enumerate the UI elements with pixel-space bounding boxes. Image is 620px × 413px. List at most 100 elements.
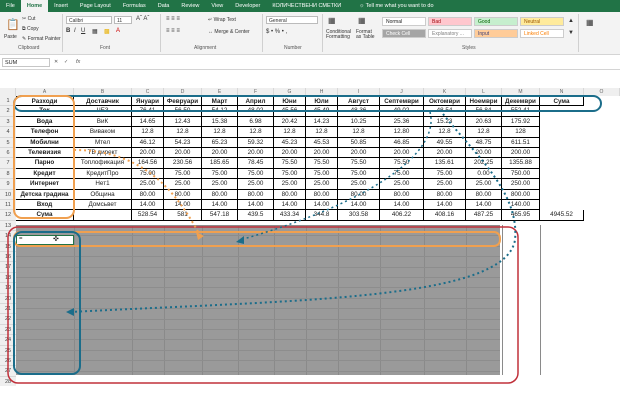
table-cell[interactable]: 140.00	[502, 200, 540, 211]
table-cell[interactable]: 50.85	[338, 137, 380, 148]
font-grow-icon[interactable]: Aˆ Aˇ	[136, 16, 149, 22]
table-header-cell[interactable]: Сума	[540, 96, 584, 107]
table-header-cell[interactable]: Юни	[274, 96, 306, 107]
table-cell[interactable]: 12.8	[164, 127, 202, 138]
table-cell[interactable]: Мтел	[74, 137, 132, 148]
table-cell[interactable]: 15.23	[424, 116, 466, 128]
tab-review[interactable]: Review	[175, 0, 205, 12]
table-cell[interactable]: 75.00	[202, 168, 238, 180]
tab-page-layout[interactable]: Page Layout	[74, 0, 117, 12]
row-header[interactable]: 7	[0, 158, 16, 169]
table-cell[interactable]: 46.85	[380, 137, 424, 148]
table-header-cell[interactable]: Разходи	[16, 96, 74, 107]
merge-center-button[interactable]: ↔ Merge & Center	[208, 29, 250, 35]
table-cell[interactable]: 10.25	[338, 116, 380, 128]
table-cell[interactable]: 20.00	[424, 148, 466, 159]
table-cell[interactable]: Виваком	[74, 127, 132, 138]
table-cell[interactable]: Телефон	[16, 127, 74, 138]
table-cell[interactable]: 48.54	[424, 106, 466, 117]
table-cell[interactable]: 48.36	[338, 106, 380, 117]
column-header-e[interactable]: E	[202, 88, 238, 96]
table-header-cell[interactable]: Септември	[380, 96, 424, 107]
table-cell[interactable]: Детска градина	[16, 189, 74, 200]
table-cell[interactable]: 56.84	[466, 106, 502, 117]
column-header-d[interactable]: D	[164, 88, 202, 96]
table-cell[interactable]: ТВ директ	[74, 148, 132, 159]
table-cell[interactable]: 344.8	[306, 210, 338, 221]
table-cell[interactable]: 12.8	[338, 127, 380, 138]
table-cell[interactable]: 80.00	[274, 189, 306, 200]
format-as-table-icon[interactable]: ▦	[358, 16, 366, 25]
table-header-cell[interactable]: Юли	[306, 96, 338, 107]
table-header-cell[interactable]: Януари	[132, 96, 164, 107]
table-cell[interactable]: 75.00	[164, 168, 202, 180]
font-size-select[interactable]: 11	[114, 16, 132, 24]
tab-file[interactable]: File	[0, 0, 21, 12]
row-header[interactable]: 17	[0, 262, 16, 273]
table-cell[interactable]: 14.00	[306, 200, 338, 211]
table-cell[interactable]: 80.00	[202, 189, 238, 200]
styles-scroll-up-icon[interactable]: ▲	[568, 18, 574, 24]
table-header-cell[interactable]: Април	[238, 96, 274, 107]
style-linked-cell[interactable]: Linked Cell	[520, 29, 564, 38]
tab-home[interactable]: Home	[20, 0, 49, 12]
table-cell[interactable]: ЧЕЗ	[74, 106, 132, 117]
style-bad[interactable]: Bad	[428, 17, 472, 26]
insert-cells-icon[interactable]: ▦	[586, 18, 594, 27]
column-header-o[interactable]: O	[584, 88, 620, 96]
table-cell[interactable]: 20.00	[164, 148, 202, 159]
column-header-n[interactable]: N	[540, 88, 584, 96]
table-header-cell[interactable]: Ноември	[466, 96, 502, 107]
table-cell[interactable]: 547.18	[202, 210, 238, 221]
tab-view[interactable]: View	[205, 0, 229, 12]
table-cell[interactable]: 303.58	[338, 210, 380, 221]
table-cell[interactable]: 12.8	[238, 127, 274, 138]
paste-button[interactable]: Paste	[4, 34, 17, 40]
table-cell[interactable]: 25.00	[274, 179, 306, 190]
table-cell[interactable]: 75.00	[306, 168, 338, 180]
table-cell[interactable]: 20.00	[306, 148, 338, 159]
table-cell[interactable]: КредитПро	[74, 168, 132, 180]
table-cell[interactable]: Кредит	[16, 168, 74, 180]
table-header-cell[interactable]: Октомври	[424, 96, 466, 107]
style-normal[interactable]: Normal	[382, 17, 426, 26]
row-header[interactable]: 3	[0, 116, 16, 128]
table-cell[interactable]: 408.16	[424, 210, 466, 221]
table-cell[interactable]: 433.34	[274, 210, 306, 221]
table-cell[interactable]: 75.50	[306, 158, 338, 169]
table-cell[interactable]: 0.00	[466, 168, 502, 180]
row-header[interactable]: 14	[0, 231, 16, 242]
table-cell[interactable]: 12.8	[132, 127, 164, 138]
table-cell[interactable]: 20.00	[274, 148, 306, 159]
paste-icon[interactable]: 📋	[6, 18, 20, 31]
table-cell[interactable]: 75.00	[338, 168, 380, 180]
active-cell[interactable]: = ✜	[16, 235, 74, 245]
table-cell[interactable]: 135.61	[424, 158, 466, 169]
style-check-cell[interactable]: Check Cell	[382, 29, 426, 38]
table-cell[interactable]: 14.00	[466, 200, 502, 211]
table-cell[interactable]: 552.41	[502, 106, 540, 117]
currency-icon[interactable]: $ • % • ,	[266, 29, 287, 35]
table-cell[interactable]: 20.00	[380, 148, 424, 159]
select-all-corner[interactable]	[0, 88, 16, 96]
table-cell[interactable]: 14.00	[164, 200, 202, 211]
table-cell[interactable]: 45.53	[306, 137, 338, 148]
table-cell[interactable]: 12.8	[202, 127, 238, 138]
table-cell[interactable]: 12.8	[466, 127, 502, 138]
tab-insert[interactable]: Insert	[48, 0, 74, 12]
column-header-a[interactable]: A	[16, 88, 74, 96]
table-cell[interactable]: 25.00	[466, 179, 502, 190]
table-cell[interactable]: ВиК	[74, 116, 132, 128]
row-header[interactable]: 11	[0, 200, 16, 211]
table-cell[interactable]: Община	[74, 189, 132, 200]
tab-data[interactable]: Data	[152, 0, 176, 12]
table-cell[interactable]: 1355.88	[502, 158, 540, 169]
table-cell[interactable]: Ток	[16, 106, 74, 117]
table-cell[interactable]: 611.51	[502, 137, 540, 148]
table-cell[interactable]: 465.95	[502, 210, 540, 221]
row-header[interactable]: 27	[0, 366, 16, 377]
table-cell[interactable]: 14.00	[380, 200, 424, 211]
column-header-j[interactable]: J	[380, 88, 424, 96]
table-cell[interactable]: 25.00	[132, 179, 164, 190]
table-cell[interactable]: 25.00	[338, 179, 380, 190]
